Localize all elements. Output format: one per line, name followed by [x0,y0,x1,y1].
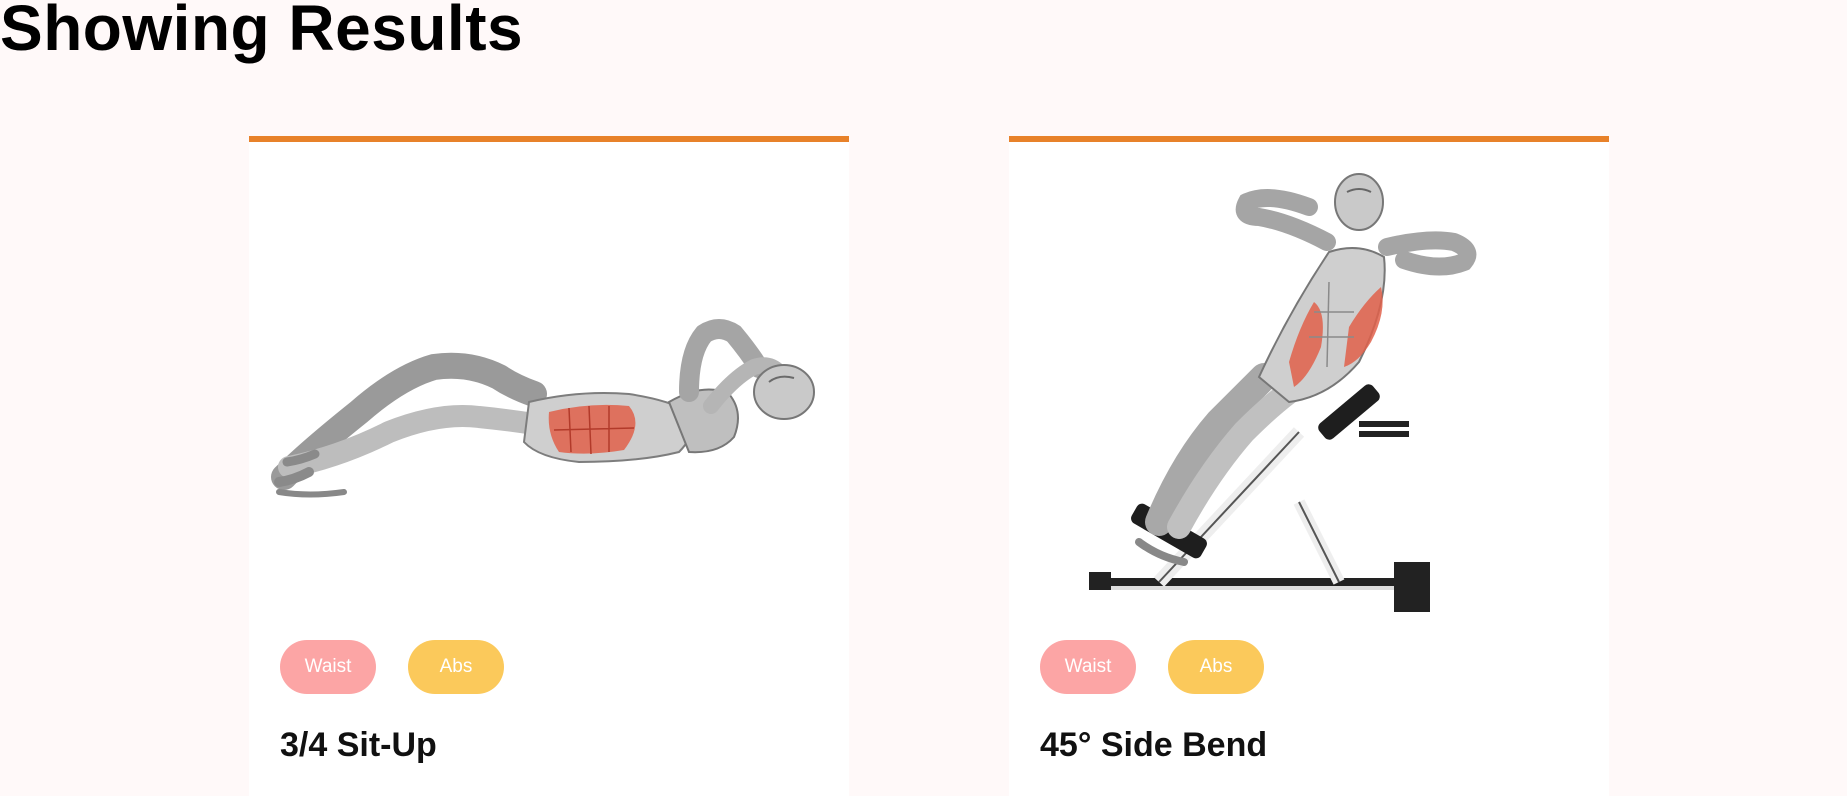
exercise-image[interactable] [1009,162,1609,632]
exercise-illustration-side-bend [1089,173,1477,612]
tag-waist[interactable]: Waist [1040,640,1136,694]
tag-abs[interactable]: Abs [1168,640,1264,694]
exercise-card[interactable]: Waist Abs 3/4 Sit-Up [249,136,849,796]
tag-list: Waist Abs [280,640,504,694]
page-title: Showing Results [0,0,524,64]
exercise-card[interactable]: Waist Abs 45° Side Bend [1009,136,1609,796]
exercise-name[interactable]: 45° Side Bend [1040,726,1267,765]
tag-list: Waist Abs [1040,640,1264,694]
exercise-image[interactable] [249,162,849,632]
exercise-name[interactable]: 3/4 Sit-Up [280,726,437,765]
tag-abs[interactable]: Abs [408,640,504,694]
tag-waist[interactable]: Waist [280,640,376,694]
exercise-illustration-situp [271,319,815,498]
